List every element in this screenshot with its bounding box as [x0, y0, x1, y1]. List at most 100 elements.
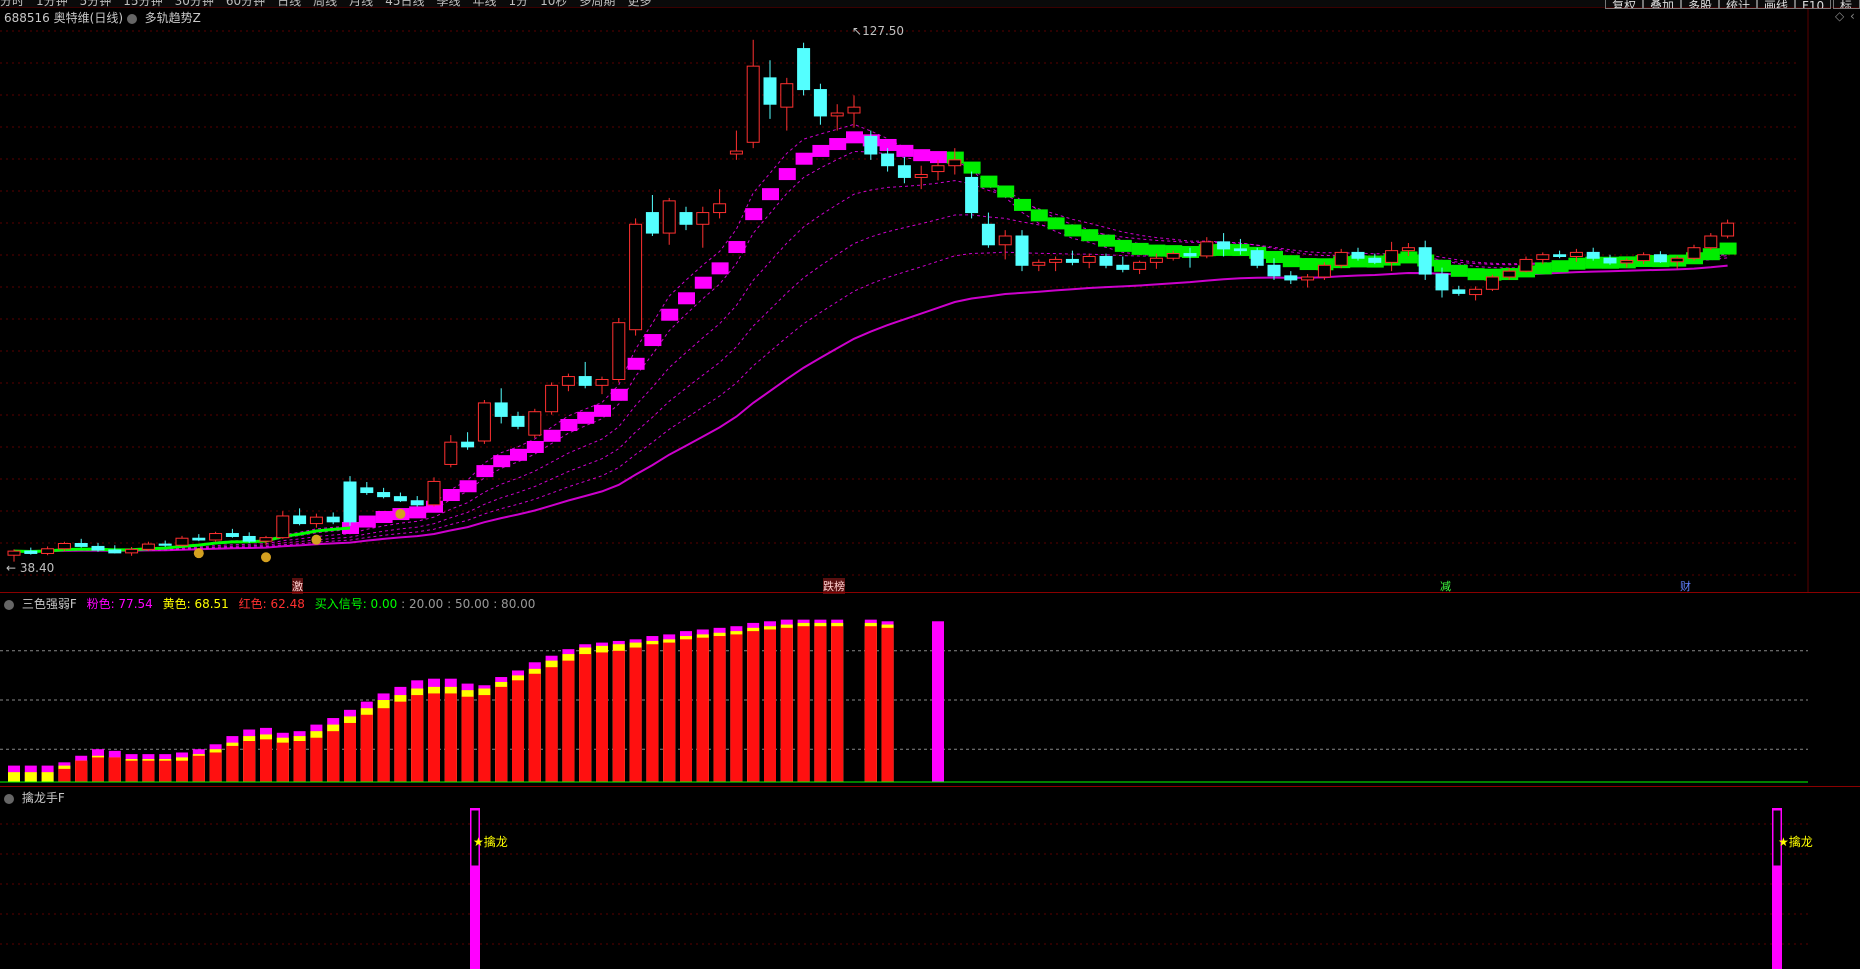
tri-color-strength-chart[interactable] — [0, 610, 1860, 786]
candle-body — [545, 384, 559, 413]
red-bar — [58, 768, 71, 782]
dragon-signal-1: ★擒龙 — [473, 835, 508, 849]
candle-body — [1721, 222, 1735, 237]
menu-item-15[interactable]: 更多 — [627, 0, 651, 7]
red-bar — [360, 714, 373, 782]
candle-body — [612, 322, 626, 380]
candle-body — [1536, 254, 1550, 260]
high-price-label: ↖127.50 — [852, 24, 905, 38]
money-bag-icon — [261, 552, 271, 563]
menu-item-2[interactable]: 5分钟 — [80, 0, 112, 7]
trend-band-segment — [510, 448, 527, 461]
menu-item-11[interactable]: 年线 — [472, 0, 496, 7]
toolbar-button-3[interactable]: 统计 — [1719, 0, 1758, 9]
candle-body — [125, 548, 139, 554]
trend-band-segment — [829, 138, 847, 151]
trend-band-segment — [745, 208, 763, 221]
candle-body — [108, 549, 122, 554]
menu-item-13[interactable]: 10秒 — [540, 0, 567, 7]
candle-body — [7, 550, 21, 556]
red-bar — [562, 660, 575, 782]
candle-body — [1032, 261, 1046, 266]
menu-item-9[interactable]: 45日线 — [385, 0, 424, 7]
trend-band-segment — [610, 388, 628, 401]
candle-body — [645, 212, 659, 234]
candle-body — [914, 174, 928, 178]
candle-body — [427, 480, 441, 506]
candle-body — [1183, 253, 1197, 257]
menu-item-0[interactable]: 分时 — [0, 0, 24, 7]
candle-body — [696, 212, 710, 225]
red-bar — [881, 627, 894, 782]
trend-band-segment — [1081, 229, 1099, 242]
trend-band-segment — [1064, 224, 1082, 237]
red-value: 红色: 62.48 — [238, 597, 305, 611]
menu-item-14[interactable]: 多周期 — [579, 0, 615, 7]
indicator-1-name[interactable]: 三色强弱F — [22, 597, 77, 611]
candle-body — [141, 543, 155, 550]
candle-body — [1418, 247, 1432, 275]
toolbar-button-6[interactable]: 标记 — [1833, 0, 1860, 9]
trend-band-segment — [762, 188, 779, 201]
red-bar — [444, 693, 457, 782]
candle-body — [797, 48, 811, 91]
menu-item-10[interactable]: 季线 — [436, 0, 460, 7]
candle-body — [24, 550, 38, 554]
menu-item-6[interactable]: 日线 — [277, 0, 301, 7]
pane-divider-2[interactable] — [0, 786, 1860, 787]
menu-item-3[interactable]: 15分钟 — [123, 0, 162, 7]
toolbar-button-4[interactable]: 画线 — [1757, 0, 1796, 9]
menu-item-5[interactable]: 60分钟 — [226, 0, 265, 7]
red-bar — [142, 760, 155, 782]
candlestick-chart[interactable] — [0, 9, 1860, 592]
indicator-2-name[interactable]: 擒龙手F — [22, 791, 65, 805]
red-bar — [713, 636, 726, 782]
red-bar — [478, 695, 491, 782]
menu-item-12[interactable]: 1分 — [509, 0, 529, 7]
candle-body — [242, 535, 256, 542]
trend-band-segment — [846, 131, 863, 144]
trend-band-segment — [476, 465, 494, 478]
candle-body — [57, 543, 71, 550]
indicator-1-settings-icon[interactable] — [4, 599, 14, 610]
candle-body — [1687, 247, 1701, 259]
menu-item-8[interactable]: 月线 — [349, 0, 373, 7]
menu-item-7[interactable]: 周线 — [313, 0, 337, 7]
candle-body — [561, 376, 575, 386]
trend-band-segment — [1467, 268, 1485, 281]
toolbar-button-2[interactable]: 多股 — [1681, 0, 1720, 9]
red-bar — [125, 760, 138, 782]
period-menu-bar: 分时 1分钟 5分钟 15分钟 30分钟 60分钟 日线 周线 月线 45日线 季线 年线 1分 10秒 多… — [0, 0, 1860, 8]
candle-body — [1166, 253, 1180, 259]
buy-signal-value: 买入信号: 0.00 — [314, 597, 398, 611]
toolbar-button-0[interactable]: 复权 — [1605, 0, 1644, 9]
candle-body — [662, 200, 676, 234]
trend-band-segment — [560, 419, 578, 432]
pink-bar — [932, 621, 944, 782]
trend-band-segment — [1299, 258, 1317, 271]
menu-item-4[interactable]: 30分钟 — [175, 0, 214, 7]
pink-value: 粉色: 77.54 — [86, 597, 153, 611]
indicator-2-settings-icon[interactable] — [4, 793, 14, 804]
toolbar-button-1[interactable]: 叠加 — [1643, 0, 1682, 9]
candle-body — [1435, 273, 1449, 291]
trend-band-segment — [1047, 217, 1065, 230]
trend-band-segment — [778, 168, 796, 181]
dragon-catcher-chart[interactable] — [0, 804, 1860, 969]
candle-body — [158, 543, 172, 546]
trend-band-segment — [661, 308, 679, 321]
menu-item-1[interactable]: 1分钟 — [36, 0, 68, 7]
pane-divider-1[interactable] — [0, 592, 1860, 593]
toolbar-button-5[interactable]: F10 — [1795, 0, 1832, 9]
candle-body — [276, 515, 290, 539]
low-price-label: ← 38.40 — [6, 561, 55, 575]
candle-body — [1653, 254, 1667, 263]
trend-band-segment — [728, 241, 746, 254]
candle-body — [1469, 288, 1483, 296]
level-80: : 80.00 — [493, 597, 536, 611]
candle-body — [1334, 251, 1348, 266]
red-bar — [764, 629, 776, 782]
candle-body — [595, 379, 609, 386]
candle-body — [931, 165, 945, 173]
trend-band-segment — [409, 506, 427, 519]
